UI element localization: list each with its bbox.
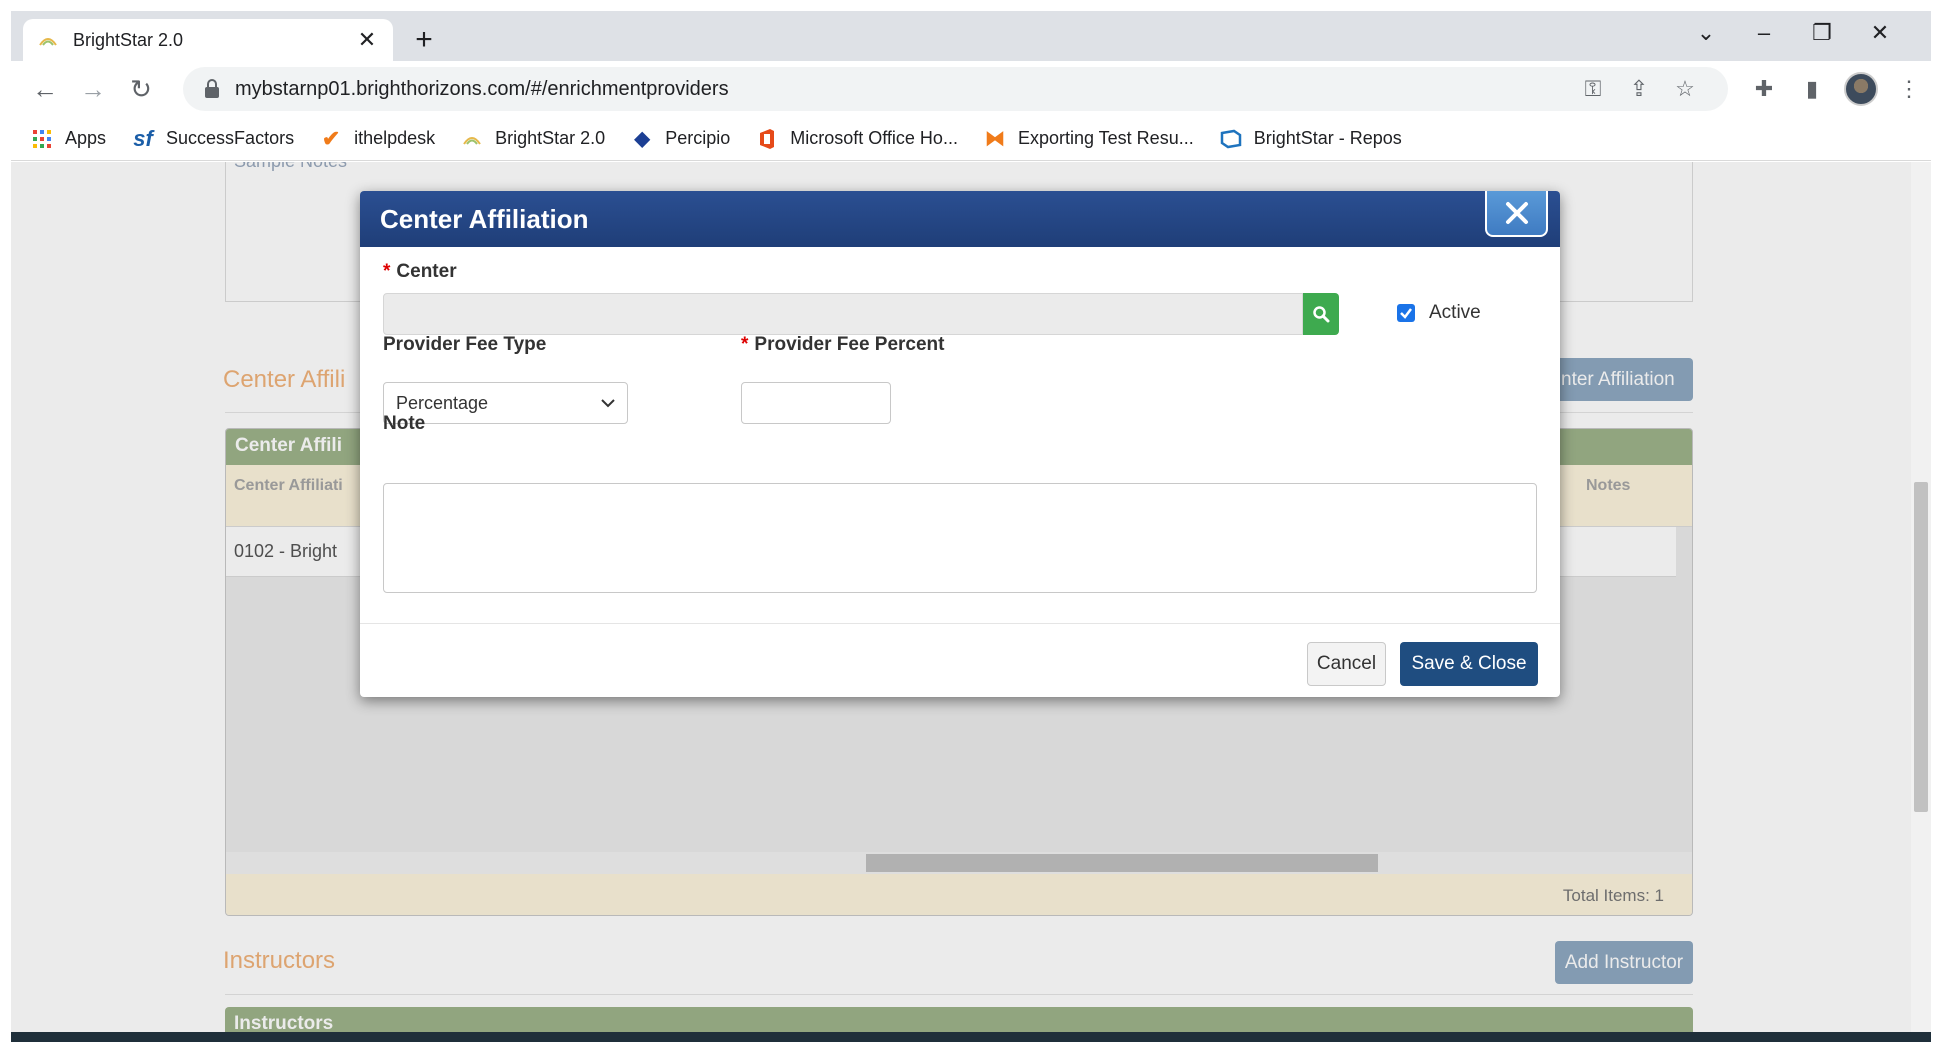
side-panel-icon[interactable]: ▮: [1794, 71, 1830, 107]
save-and-close-button[interactable]: Save & Close: [1400, 642, 1538, 686]
browser-tab[interactable]: BrightStar 2.0 ✕: [23, 19, 393, 61]
close-window-button[interactable]: ✕: [1852, 15, 1908, 51]
required-asterisk: *: [741, 334, 749, 355]
restore-button[interactable]: ❐: [1794, 15, 1850, 51]
back-icon[interactable]: ←: [27, 71, 63, 107]
provider-fee-type-value: Percentage: [396, 392, 489, 413]
bookmark-ithelpdesk[interactable]: ✔ ithelpdesk: [320, 125, 436, 151]
bookmark-label: ithelpdesk: [354, 128, 436, 148]
note-textarea[interactable]: [383, 483, 1537, 593]
tab-search-icon[interactable]: ⌄: [1678, 15, 1734, 51]
taskbar-strip: [11, 1032, 1931, 1042]
brightstar-icon: [461, 128, 483, 150]
active-checkbox[interactable]: [1397, 304, 1415, 322]
checkmark-icon: ✔: [321, 125, 341, 151]
search-icon: [1313, 306, 1330, 323]
center-search-button[interactable]: [1303, 293, 1339, 335]
key-icon[interactable]: ⚿: [1570, 76, 1616, 102]
bookmark-label: Exporting Test Resu...: [1017, 128, 1194, 148]
center-input[interactable]: [383, 293, 1303, 335]
bookmark-apps[interactable]: Apps: [31, 128, 106, 150]
cancel-button[interactable]: Cancel: [1307, 642, 1386, 686]
chevron-down-icon: [601, 399, 615, 408]
share-icon[interactable]: ⇪: [1616, 76, 1662, 102]
provider-fee-percent-field-label: * Provider Fee Percent: [741, 334, 945, 356]
bookmark-exporting[interactable]: ⧓ Exporting Test Resu...: [984, 128, 1194, 150]
provider-fee-percent-label: Provider Fee Percent: [754, 334, 945, 355]
reload-icon[interactable]: ↻: [123, 71, 159, 107]
menu-kebab-icon[interactable]: ⋮: [1891, 71, 1927, 107]
center-affiliation-dialog: Center Affiliation * Center Active Provid…: [360, 191, 1560, 697]
address-bar[interactable]: mybstarnp01.brighthorizons.com/#/enrichm…: [183, 67, 1728, 111]
bookmark-brightstar[interactable]: BrightStar 2.0: [461, 128, 605, 150]
new-tab-button[interactable]: +: [406, 23, 442, 59]
apps-grid-icon: [31, 128, 53, 150]
bookmark-percipio[interactable]: ◆ Percipio: [631, 128, 731, 150]
azure-repos-icon: [1220, 128, 1242, 150]
center-label: Center: [396, 261, 457, 282]
bookmark-brightstar-repos[interactable]: BrightStar - Repos: [1220, 128, 1402, 150]
bookmark-successfactors[interactable]: sf SuccessFactors: [132, 125, 295, 151]
dialog-header: Center Affiliation: [360, 191, 1560, 247]
center-field-label: * Center: [383, 261, 457, 283]
active-toggle[interactable]: Active: [1397, 302, 1481, 324]
checkmark-icon: [1400, 308, 1412, 319]
page-scrollbar[interactable]: [1911, 162, 1931, 1042]
browser-toolbar: ← → ↻ mybstarnp01.brighthorizons.com/#/e…: [11, 61, 1931, 117]
forward-icon[interactable]: →: [75, 71, 111, 107]
url-text[interactable]: mybstarnp01.brighthorizons.com/#/enrichm…: [235, 78, 1570, 101]
bookmark-label: BrightStar - Repos: [1253, 128, 1402, 148]
brightstar-icon: [37, 29, 59, 51]
close-tab-icon[interactable]: ✕: [355, 27, 379, 53]
star-icon[interactable]: ☆: [1662, 76, 1708, 102]
provider-fee-percent-input[interactable]: [741, 382, 891, 424]
bookmark-label: BrightStar 2.0: [495, 128, 606, 148]
active-label: Active: [1429, 302, 1481, 323]
lock-icon: [205, 79, 219, 98]
close-dialog-button[interactable]: [1485, 191, 1548, 237]
bookmark-label: Percipio: [665, 128, 731, 148]
bookmark-label: SuccessFactors: [166, 128, 295, 148]
scroll-thumb[interactable]: [1914, 482, 1928, 812]
provider-fee-type-label: Provider Fee Type: [383, 334, 547, 355]
sf-icon: sf: [133, 125, 153, 151]
extensions-icon[interactable]: ✚: [1746, 71, 1782, 107]
minimize-button[interactable]: –: [1736, 15, 1792, 51]
profile-avatar[interactable]: [1844, 72, 1878, 106]
dialog-title: Center Affiliation: [380, 203, 589, 234]
bookmark-office[interactable]: Microsoft Office Ho...: [756, 128, 958, 150]
percipio-icon: ◆: [634, 128, 650, 150]
tab-strip: BrightStar 2.0 ✕ + ⌄ – ❐ ✕: [11, 11, 1931, 61]
note-label: Note: [383, 413, 426, 434]
close-icon: [1505, 202, 1528, 224]
browser-window: BrightStar 2.0 ✕ + ⌄ – ❐ ✕ ← → ↻ mybstar…: [11, 11, 1931, 1042]
bookmarks-bar: Apps sf SuccessFactors ✔ ithelpdesk Brig…: [11, 117, 1931, 161]
tab-title: BrightStar 2.0: [73, 29, 184, 50]
office-icon: [756, 128, 778, 150]
dialog-footer-divider: [360, 623, 1560, 624]
bookmark-label: Apps: [65, 128, 107, 148]
required-asterisk: *: [383, 261, 391, 282]
bookmark-label: Microsoft Office Ho...: [790, 128, 958, 148]
exporting-icon: ⧓: [984, 128, 1005, 150]
